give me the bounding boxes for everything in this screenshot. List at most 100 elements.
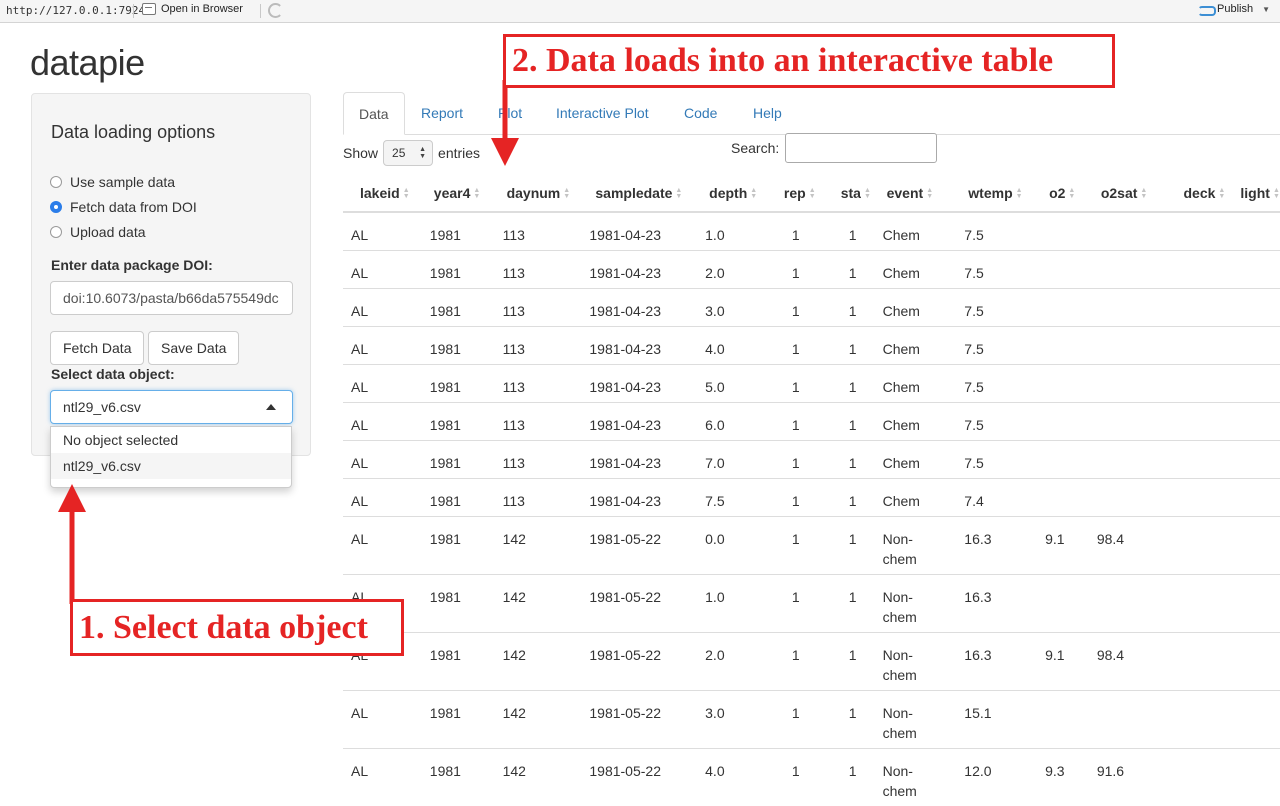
column-header-sampledate[interactable]: sampledate▲▼	[587, 175, 701, 212]
tab-code[interactable]: Code	[669, 92, 732, 134]
table-cell-sta: 1	[833, 749, 879, 806]
refresh-icon[interactable]	[268, 3, 283, 18]
radio-button-icon	[50, 176, 62, 188]
table-cell-deck	[1176, 633, 1233, 691]
radio-upload-data[interactable]: Upload data	[50, 224, 146, 240]
radio-fetch-from-doi[interactable]: Fetch data from DOI	[50, 199, 197, 215]
column-header-label: deck	[1184, 185, 1216, 201]
save-data-button[interactable]: Save Data	[148, 331, 239, 365]
table-cell-light	[1232, 479, 1280, 517]
tab-interactive-plot[interactable]: Interactive Plot	[541, 92, 664, 134]
table-row[interactable]: AL19811421981-05-223.011Non-chem15.1	[343, 691, 1280, 749]
table-cell-wtemp: 15.1	[960, 691, 1041, 749]
fetch-data-button[interactable]: Fetch Data	[50, 331, 144, 365]
table-cell-event: Non-chem	[879, 749, 961, 806]
table-cell-o2sat	[1093, 212, 1176, 251]
table-cell-wtemp: 16.3	[960, 517, 1041, 575]
table-cell-event: Non-chem	[879, 691, 961, 749]
column-header-lakeid[interactable]: lakeid▲▼	[343, 175, 426, 212]
table-row[interactable]: AL19811421981-05-221.011Non-chem16.3	[343, 575, 1280, 633]
table-cell-sta: 1	[833, 575, 879, 633]
table-cell-lakeid: AL	[343, 441, 426, 479]
open-in-browser-label: Open in Browser	[161, 3, 243, 15]
sort-icon: ▲▼	[750, 188, 757, 200]
table-row[interactable]: AL19811131981-04-237.511Chem7.4	[343, 479, 1280, 517]
table-cell-rep: 1	[776, 479, 833, 517]
table-cell-o2	[1041, 251, 1093, 289]
table-row[interactable]: AL19811131981-04-237.011Chem7.5	[343, 441, 1280, 479]
publish-button[interactable]: Publish ▼	[1198, 3, 1270, 15]
table-cell-daynum: 142	[499, 633, 588, 691]
table-cell-daynum: 113	[499, 479, 588, 517]
column-header-rep[interactable]: rep▲▼	[776, 175, 833, 212]
table-row[interactable]: AL19811131981-04-235.011Chem7.5	[343, 365, 1280, 403]
column-header-o2[interactable]: o2▲▼	[1041, 175, 1093, 212]
table-cell-daynum: 142	[499, 691, 588, 749]
annotation-step-2: 2. Data loads into an interactive table	[503, 34, 1115, 88]
tab-help[interactable]: Help	[738, 92, 797, 134]
table-cell-depth: 1.0	[701, 212, 776, 251]
table-cell-daynum: 113	[499, 251, 588, 289]
table-cell-year4: 1981	[426, 441, 499, 479]
column-header-deck[interactable]: deck▲▼	[1176, 175, 1233, 212]
table-row[interactable]: AL19811131981-04-234.011Chem7.5	[343, 327, 1280, 365]
table-cell-depth: 2.0	[701, 251, 776, 289]
table-cell-sta: 1	[833, 633, 879, 691]
table-cell-daynum: 113	[499, 365, 588, 403]
column-header-sta[interactable]: sta▲▼	[833, 175, 879, 212]
table-cell-light	[1232, 441, 1280, 479]
search-input[interactable]	[785, 133, 937, 163]
table-cell-wtemp: 12.0	[960, 749, 1041, 806]
table-cell-sampledate: 1981-04-23	[587, 479, 701, 517]
table-cell-rep: 1	[776, 289, 833, 327]
column-header-o2sat[interactable]: o2sat▲▼	[1093, 175, 1176, 212]
select-object-label: Select data object:	[51, 366, 175, 382]
column-header-daynum[interactable]: daynum▲▼	[499, 175, 588, 212]
tab-report[interactable]: Report	[406, 92, 478, 134]
table-cell-depth: 2.0	[701, 633, 776, 691]
doi-input[interactable]: doi:10.6073/pasta/b66da575549dc	[50, 281, 293, 315]
open-in-browser-button[interactable]: Open in Browser	[142, 3, 243, 15]
radio-use-sample-data[interactable]: Use sample data	[50, 174, 175, 190]
column-header-year4[interactable]: year4▲▼	[426, 175, 499, 212]
table-cell-depth: 3.0	[701, 289, 776, 327]
table-row[interactable]: AL19811421981-05-222.011Non-chem16.39.19…	[343, 633, 1280, 691]
table-row[interactable]: AL19811131981-04-233.011Chem7.5	[343, 289, 1280, 327]
data-table: lakeid▲▼year4▲▼daynum▲▼sampledate▲▼depth…	[343, 175, 1280, 806]
radio-label: Upload data	[70, 224, 146, 240]
table-cell-o2: 9.1	[1041, 633, 1093, 691]
dropdown-option-selected[interactable]: ntl29_v6.csv	[51, 453, 291, 479]
column-header-label: daynum	[507, 185, 561, 201]
table-cell-o2sat: 91.6	[1093, 749, 1176, 806]
column-header-light[interactable]: light▲▼	[1232, 175, 1280, 212]
table-cell-lakeid: AL	[343, 479, 426, 517]
table-row[interactable]: AL19811421981-05-220.011Non-chem16.39.19…	[343, 517, 1280, 575]
column-header-depth[interactable]: depth▲▼	[701, 175, 776, 212]
table-cell-light	[1232, 517, 1280, 575]
table-cell-depth: 4.0	[701, 327, 776, 365]
event-text: Non-chem	[883, 761, 927, 801]
data-object-select[interactable]: ntl29_v6.csv	[50, 390, 293, 424]
tab-data[interactable]: Data	[343, 92, 405, 135]
column-header-label: wtemp	[968, 185, 1012, 201]
table-row[interactable]: AL19811131981-04-236.011Chem7.5	[343, 403, 1280, 441]
column-header-event[interactable]: event▲▼	[879, 175, 961, 212]
table-cell-wtemp: 7.5	[960, 212, 1041, 251]
event-text: Non-chem	[883, 703, 927, 743]
table-cell-o2	[1041, 327, 1093, 365]
table-body: AL19811131981-04-231.011Chem7.5AL1981113…	[343, 212, 1280, 806]
column-header-wtemp[interactable]: wtemp▲▼	[960, 175, 1041, 212]
dropdown-option[interactable]: No object selected	[51, 427, 291, 453]
table-cell-sampledate: 1981-05-22	[587, 575, 701, 633]
table-cell-lakeid: AL	[343, 289, 426, 327]
browser-window-icon	[142, 3, 156, 15]
entries-select[interactable]: 25 ▲▼	[383, 140, 433, 166]
table-cell-sta: 1	[833, 212, 879, 251]
table-cell-rep: 1	[776, 691, 833, 749]
table-row[interactable]: AL19811131981-04-231.011Chem7.5	[343, 212, 1280, 251]
table-row[interactable]: AL19811421981-05-224.011Non-chem12.09.39…	[343, 749, 1280, 806]
table-cell-year4: 1981	[426, 691, 499, 749]
table-cell-year4: 1981	[426, 575, 499, 633]
table-cell-event: Chem	[879, 441, 961, 479]
table-row[interactable]: AL19811131981-04-232.011Chem7.5	[343, 251, 1280, 289]
